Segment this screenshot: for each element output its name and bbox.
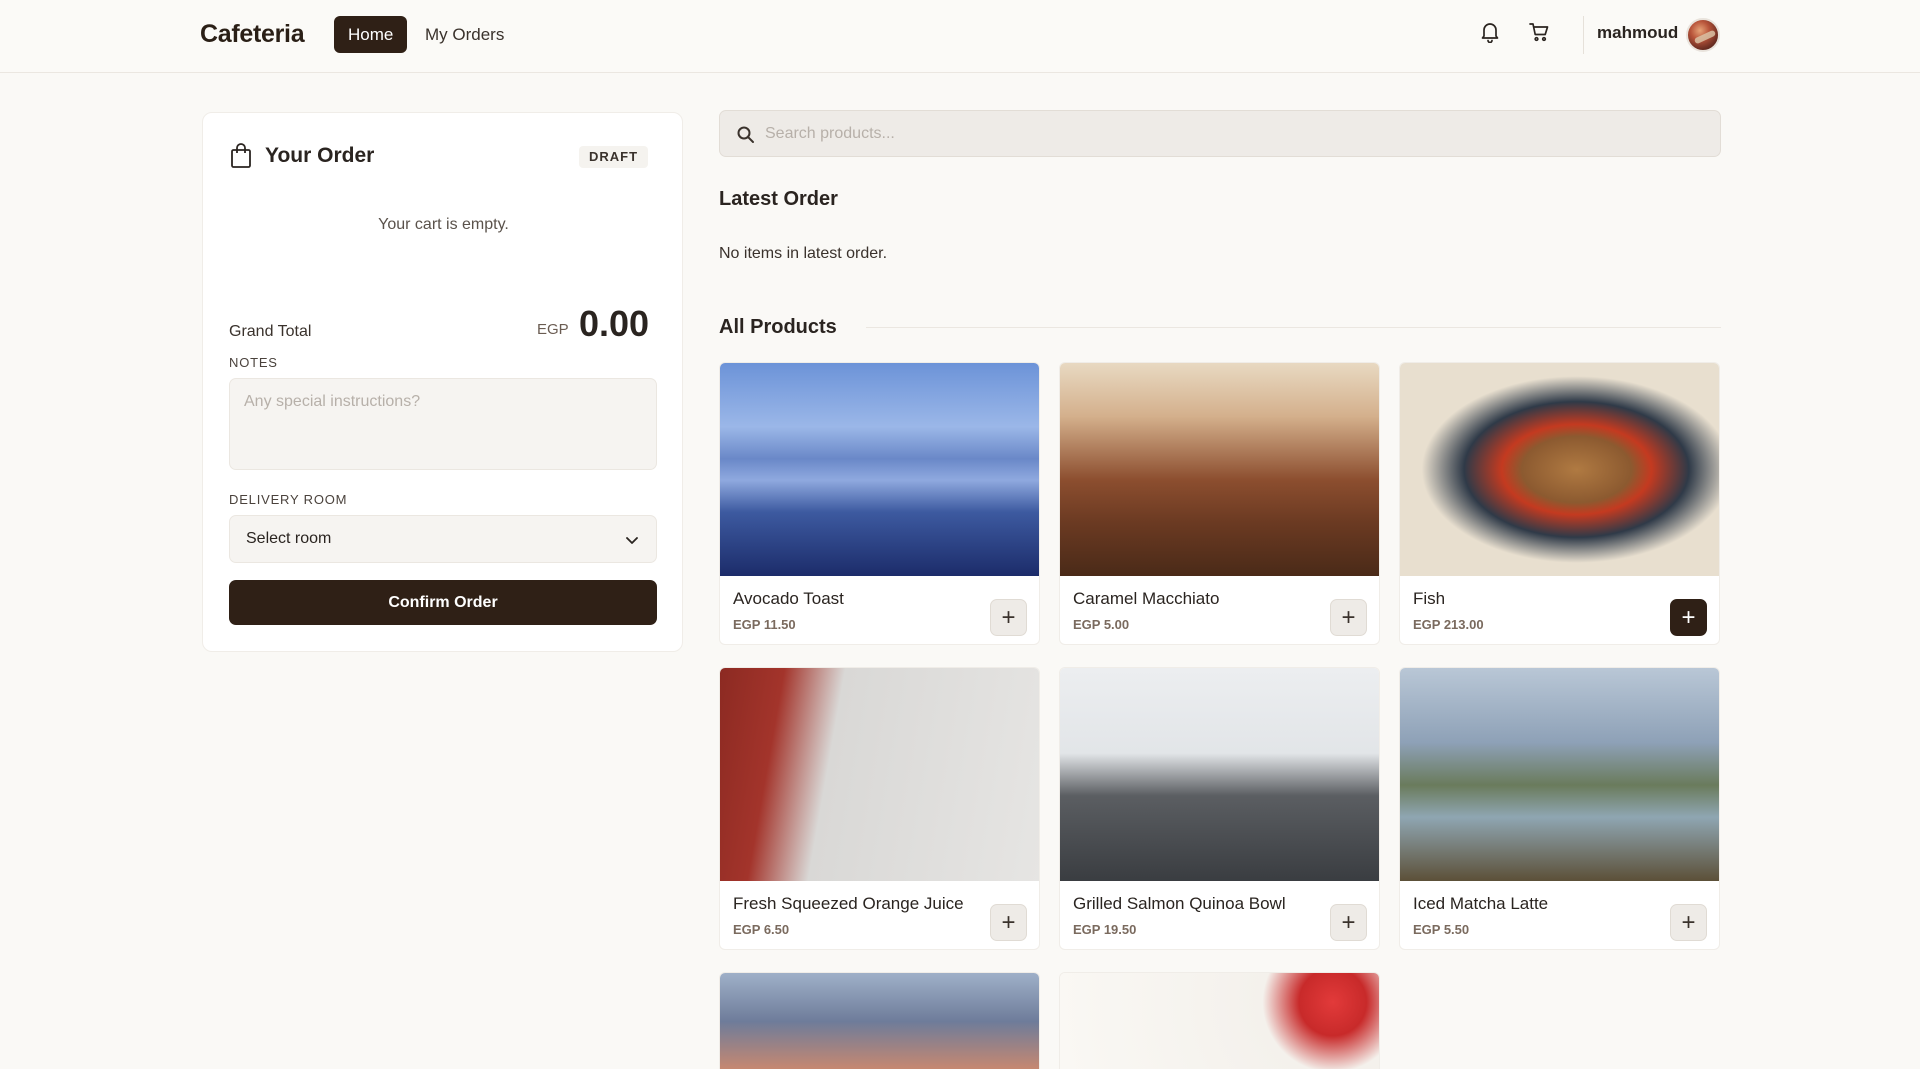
product-card[interactable]: Fresh Squeezed Orange Juice EGP 6.50 + <box>719 667 1040 950</box>
shopping-bag-icon <box>229 143 253 169</box>
product-price: EGP 19.50 <box>1073 922 1137 937</box>
search-icon <box>736 125 756 145</box>
confirm-order-button[interactable]: Confirm Order <box>229 580 657 625</box>
chevron-down-icon <box>624 532 640 548</box>
add-to-cart-button[interactable]: + <box>990 904 1027 941</box>
cart-empty-message: Your cart is empty. <box>378 216 509 233</box>
latest-order-heading: Latest Order <box>719 188 838 210</box>
top-navbar: Cafeteria Home My Orders mahmoud <box>0 0 1920 73</box>
nav-home-link[interactable]: Home <box>334 16 408 53</box>
product-price: EGP 11.50 <box>733 617 796 632</box>
product-image <box>1060 973 1379 1069</box>
product-image <box>720 363 1039 576</box>
product-name: Iced Matcha Latte <box>1413 894 1549 913</box>
bell-icon[interactable] <box>1477 19 1503 45</box>
product-price: EGP 5.50 <box>1413 922 1470 937</box>
product-price: EGP 5.00 <box>1073 617 1130 632</box>
grand-total-value: 0.00 <box>579 303 650 344</box>
product-card[interactable]: Avocado Toast EGP 11.50 + <box>719 362 1040 645</box>
product-name: Fresh Squeezed Orange Juice <box>733 894 964 913</box>
product-image <box>720 973 1039 1069</box>
add-to-cart-button[interactable]: + <box>1330 904 1367 941</box>
section-divider <box>866 327 1721 328</box>
delivery-room-select[interactable]: Select room <box>229 515 657 563</box>
grand-total-currency: EGP <box>537 321 569 338</box>
order-title: Your Order <box>265 144 375 167</box>
product-card[interactable]: Caramel Macchiato EGP 5.00 + <box>1059 362 1380 645</box>
product-image <box>1400 668 1719 881</box>
cart-icon[interactable] <box>1526 19 1552 45</box>
product-image <box>1060 363 1379 576</box>
product-name: Fish <box>1413 589 1446 608</box>
status-badge: DRAFT <box>579 146 649 168</box>
add-to-cart-button[interactable]: + <box>1670 599 1707 636</box>
product-card[interactable]: Grilled Salmon Quinoa Bowl EGP 19.50 + <box>1059 667 1380 950</box>
add-to-cart-button[interactable]: + <box>1330 599 1367 636</box>
search-input[interactable] <box>765 111 1705 156</box>
product-card[interactable]: Fish EGP 213.00 + <box>1399 362 1720 645</box>
notes-textarea[interactable] <box>229 378 657 470</box>
order-panel: Your Order DRAFT Your cart is empty. Gra… <box>202 112 683 652</box>
notes-label: NOTES <box>229 355 278 370</box>
product-card[interactable]: Iced Matcha Latte EGP 5.50 + <box>1399 667 1720 950</box>
delivery-room-value: Select room <box>246 530 332 547</box>
product-image <box>1400 363 1719 576</box>
product-price: EGP 6.50 <box>733 922 790 937</box>
product-image <box>720 668 1039 881</box>
all-products-heading: All Products <box>719 316 837 338</box>
brand-logo[interactable]: Cafeteria <box>200 20 305 49</box>
search-bar <box>719 110 1721 157</box>
product-name: Caramel Macchiato <box>1073 589 1220 608</box>
header-divider <box>1583 16 1584 54</box>
add-to-cart-button[interactable]: + <box>1670 904 1707 941</box>
add-to-cart-button[interactable]: + <box>990 599 1027 636</box>
product-price: EGP 213.00 <box>1413 617 1484 632</box>
user-avatar[interactable] <box>1686 18 1720 52</box>
user-name[interactable]: mahmoud <box>1597 23 1678 43</box>
delivery-room-label: DELIVERY ROOM <box>229 492 348 507</box>
latest-order-empty: No items in latest order. <box>719 245 888 262</box>
product-card[interactable] <box>719 972 1040 1069</box>
nav-my-orders-link[interactable]: My Orders <box>425 16 504 53</box>
product-name: Avocado Toast <box>733 589 844 608</box>
grand-total-label: Grand Total <box>229 323 312 340</box>
product-image <box>1060 668 1379 881</box>
product-name: Grilled Salmon Quinoa Bowl <box>1073 894 1286 913</box>
product-card[interactable] <box>1059 972 1380 1069</box>
